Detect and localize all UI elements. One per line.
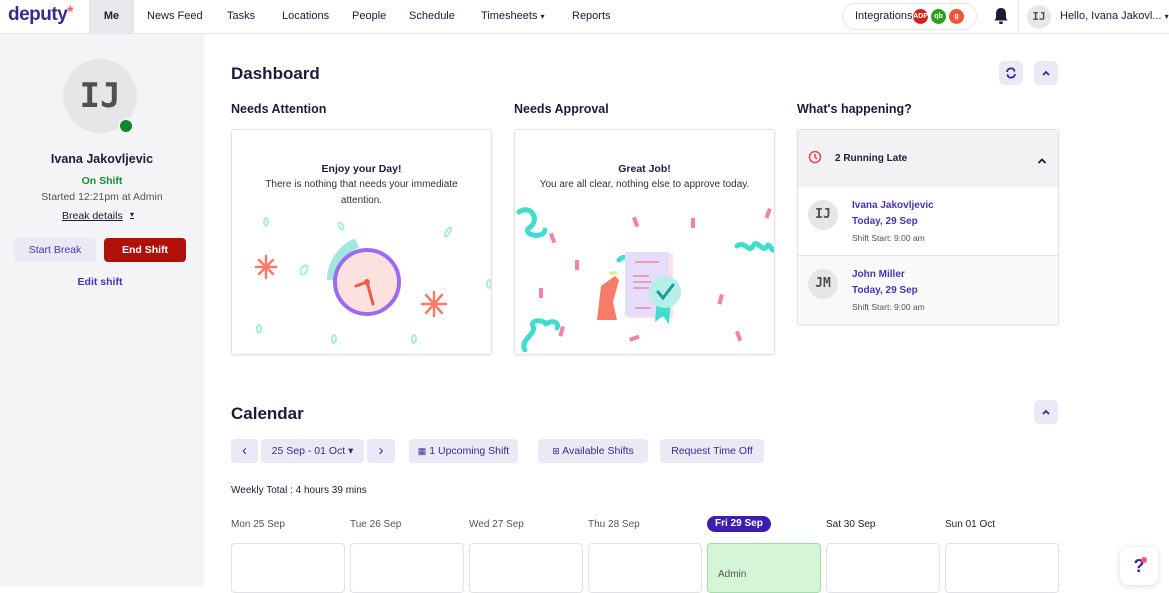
nav-schedule[interactable]: Schedule [409, 0, 455, 33]
day-label: Sun 01 Oct [945, 519, 996, 530]
day-label-today: Fri 29 Sep [707, 516, 771, 532]
shift-location: Admin [718, 569, 747, 580]
day-label: Thu 28 Sep [588, 519, 640, 530]
day-label: Mon 25 Sep [231, 519, 285, 530]
break-details-link[interactable]: Break details [62, 210, 123, 222]
edit-shift-link[interactable]: Edit shift [0, 276, 200, 288]
running-late-item[interactable]: JM John Miller Today, 29 Sep Shift Start… [798, 256, 1058, 324]
nav-locations[interactable]: Locations [282, 0, 329, 33]
request-time-off-button[interactable]: Request Time Off [660, 439, 764, 463]
collapse-dashboard-button[interactable] [1034, 61, 1058, 85]
running-late-header[interactable]: 2 Running Late [798, 130, 1058, 187]
gusto-icon: g [949, 9, 964, 24]
user-avatar[interactable]: IJ [1027, 5, 1051, 29]
chevron-up-icon [1042, 409, 1050, 415]
chevron-up-icon[interactable] [1037, 157, 1047, 165]
upcoming-shift-label: 1 Upcoming Shift [429, 445, 510, 457]
start-break-button[interactable]: Start Break [14, 238, 96, 262]
calendar-plus-icon: ⊞ [552, 446, 560, 456]
online-status-dot [118, 118, 134, 134]
profile-name: Ivana Jakovljevic [50, 152, 154, 166]
day-label: Tue 26 Sep [350, 519, 402, 530]
approval-illustration [516, 207, 774, 353]
avatar: JM [808, 269, 838, 299]
employee-name[interactable]: Ivana Jakovljevic [852, 200, 934, 211]
shift-start: Shift Start: 9:00 am [852, 302, 925, 312]
chevron-down-icon[interactable]: ▾ [130, 210, 134, 219]
chevron-down-icon: ▾ [540, 12, 545, 21]
adp-icon: ADP [913, 9, 928, 24]
dashboard-title: Dashboard [231, 64, 320, 83]
top-nav-bar: deputy* Me News Feed Tasks Locations Peo… [0, 0, 1169, 34]
logo-star-icon: * [67, 4, 74, 21]
day-cell[interactable] [350, 543, 464, 593]
needs-approval-card: Great Job! You are all clear, nothing el… [514, 129, 775, 355]
nav-reports[interactable]: Reports [572, 0, 611, 33]
needs-approval-title: Needs Approval [514, 102, 609, 116]
day-cell-shift[interactable]: Admin [707, 543, 821, 593]
nav-me[interactable]: Me [89, 0, 134, 33]
integrations-button[interactable]: Integrations ADP qb g [842, 3, 977, 30]
nav-people[interactable]: People [352, 0, 386, 33]
profile-sidebar: IJ Ivana Jakovljevic On Shift Started 12… [0, 34, 204, 587]
user-menu[interactable]: Hello, Ivana Jakovl... ▾ [1060, 0, 1169, 33]
chevron-down-icon: ▾ [1164, 12, 1169, 21]
integrations-label: Integrations [855, 10, 913, 22]
refresh-icon [1006, 67, 1016, 79]
nav-tasks[interactable]: Tasks [227, 0, 255, 33]
shift-date: Today, 29 Sep [852, 216, 918, 227]
day-cell[interactable] [588, 543, 702, 593]
shift-status: On Shift [81, 175, 123, 187]
divider [1018, 0, 1019, 33]
clock-illustration [254, 217, 491, 344]
day-cell[interactable] [231, 543, 345, 593]
bell-icon[interactable] [993, 7, 1009, 30]
weekly-total: Weekly Total : 4 hours 39 mins [231, 485, 367, 496]
prev-week-button[interactable]: ‹ [231, 439, 258, 463]
whats-happening-panel: 2 Running Late IJ Ivana Jakovljevic Toda… [797, 129, 1059, 325]
next-week-button[interactable]: › [367, 439, 395, 463]
employee-name[interactable]: John Miller [852, 269, 905, 280]
needs-attention-title: Needs Attention [231, 102, 327, 116]
deputy-logo[interactable]: deputy* [8, 4, 73, 26]
available-shifts-button[interactable]: ⊞ Available Shifts [538, 439, 648, 463]
clock-icon [808, 150, 822, 164]
chevron-up-icon [1042, 70, 1050, 76]
calendar-title: Calendar [231, 404, 304, 423]
day-cell[interactable] [945, 543, 1059, 593]
calendar-icon: ▦ [417, 446, 427, 456]
shift-started-text: Started 12:21pm at Admin [41, 191, 163, 203]
date-range-dropdown[interactable]: 25 Sep - 01 Oct ▾ [261, 439, 364, 463]
quickbooks-icon: qb [931, 9, 946, 24]
running-late-item[interactable]: IJ Ivana Jakovljevic Today, 29 Sep Shift… [798, 187, 1058, 256]
day-cell[interactable] [826, 543, 940, 593]
shift-start: Shift Start: 9:00 am [852, 233, 925, 243]
collapse-calendar-button[interactable] [1034, 400, 1058, 424]
nav-news-feed[interactable]: News Feed [147, 0, 203, 33]
help-button[interactable]: ? [1120, 547, 1158, 585]
nav-timesheets-label: Timesheets [481, 10, 538, 22]
upcoming-shift-button[interactable]: ▦ 1 Upcoming Shift [409, 439, 518, 463]
end-shift-button[interactable]: End Shift [104, 238, 186, 262]
shift-date: Today, 29 Sep [852, 285, 918, 296]
user-greeting: Hello, Ivana Jakovl... [1060, 10, 1162, 22]
available-shifts-label: Available Shifts [562, 445, 634, 457]
day-label: Sat 30 Sep [826, 519, 876, 530]
needs-attention-card: Enjoy your Day! There is nothing that ne… [231, 129, 492, 355]
whats-happening-title: What's happening? [797, 102, 912, 116]
logo-text: deputy [8, 4, 68, 25]
notification-dot [1141, 557, 1147, 563]
day-label: Wed 27 Sep [469, 519, 524, 530]
running-late-label: 2 Running Late [835, 153, 908, 164]
avatar: IJ [808, 200, 838, 230]
day-cell[interactable] [469, 543, 583, 593]
refresh-button[interactable] [999, 61, 1023, 85]
nav-timesheets[interactable]: Timesheets ▾ [481, 0, 545, 33]
